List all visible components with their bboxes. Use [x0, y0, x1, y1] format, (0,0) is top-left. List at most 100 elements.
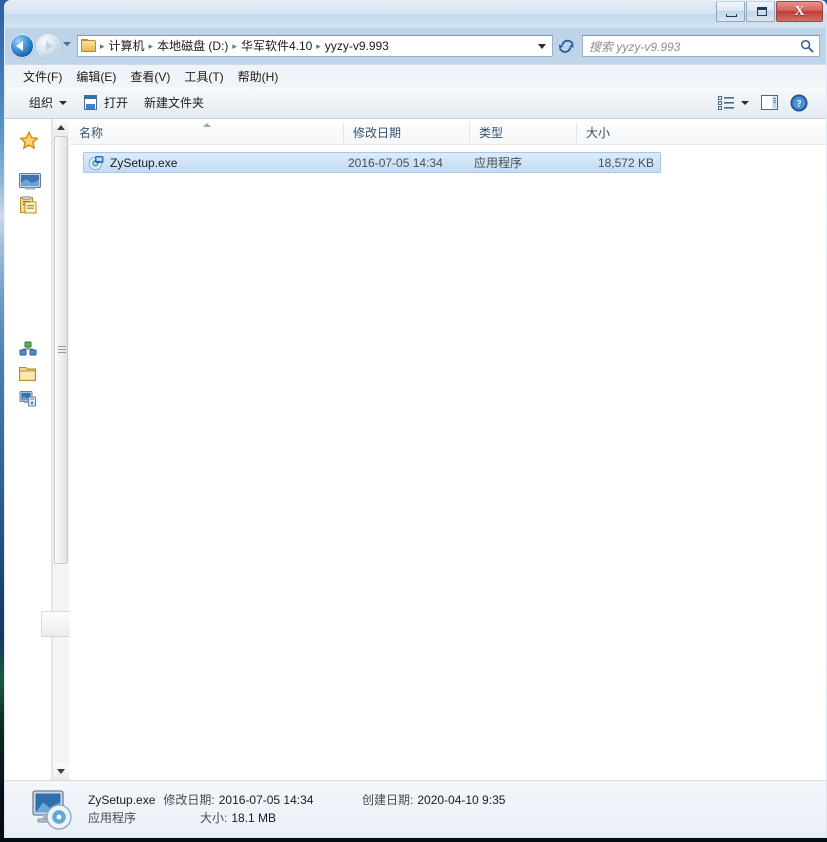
- navigation-pane-resizer[interactable]: [41, 611, 71, 637]
- details-created-label: 创建日期:: [362, 791, 413, 808]
- minimize-button[interactable]: [716, 1, 745, 22]
- back-button[interactable]: [11, 35, 33, 57]
- recent-places-icon: [19, 196, 37, 214]
- new-folder-label: 新建文件夹: [144, 94, 204, 111]
- details-modified-value: 2016-07-05 14:34: [219, 793, 314, 807]
- desktop-icon: [19, 173, 41, 190]
- views-list-icon: [718, 96, 735, 110]
- details-created-value: 2020-04-10 9:35: [417, 793, 505, 807]
- column-header-row: 名称 修改日期 类型 大小: [70, 123, 826, 145]
- forward-arrow-icon: [46, 41, 53, 51]
- setup-exe-icon: [88, 155, 104, 171]
- navigation-pane[interactable]: [5, 119, 52, 780]
- search-input[interactable]: 搜索 yyzy-v9.993: [583, 38, 680, 55]
- maximize-button[interactable]: [746, 1, 775, 22]
- details-created-group: 创建日期: 2020-04-10 9:35: [362, 791, 505, 808]
- network-icon: [19, 341, 38, 359]
- refresh-button[interactable]: [556, 35, 577, 57]
- scrollbar-down-button[interactable]: [53, 763, 69, 780]
- sidebar-item-folder[interactable]: [19, 366, 39, 384]
- help-icon: ?: [790, 94, 808, 112]
- svg-text:?: ?: [797, 99, 802, 110]
- computer-icon: [19, 390, 38, 407]
- menu-help[interactable]: 帮助(H): [231, 65, 286, 88]
- details-line-primary: ZySetup.exe 修改日期: 2016-07-05 14:34: [88, 791, 313, 808]
- details-line-secondary: 应用程序: [88, 809, 136, 826]
- command-toolbar: 组织 打开 新建文件夹: [5, 87, 826, 119]
- column-header-size-label: 大小: [586, 126, 610, 140]
- organize-button[interactable]: 组织: [21, 90, 75, 115]
- chevron-down-icon: [57, 769, 65, 774]
- navigation-pane-scrollbar[interactable]: [52, 119, 69, 780]
- chevron-up-icon: [57, 125, 65, 130]
- menu-view[interactable]: 查看(V): [123, 65, 177, 88]
- menu-edit[interactable]: 编辑(E): [69, 65, 123, 88]
- file-date-cell: 2016-07-05 14:34: [348, 156, 443, 170]
- organize-label: 组织: [29, 94, 53, 111]
- search-icon: [800, 39, 814, 53]
- back-arrow-icon: [16, 41, 23, 51]
- column-header-size[interactable]: 大小: [577, 123, 667, 144]
- title-bar[interactable]: X: [4, 0, 827, 28]
- chevron-down-icon[interactable]: [741, 101, 749, 105]
- preview-pane-icon: [761, 95, 778, 110]
- change-view-button[interactable]: [712, 92, 755, 114]
- folder-icon: [81, 39, 97, 53]
- forward-button[interactable]: [37, 35, 59, 57]
- breadcrumb-item-local-disk-d[interactable]: 本地磁盘 (D:): [154, 37, 231, 55]
- search-box[interactable]: 搜索 yyzy-v9.993: [582, 35, 820, 57]
- sidebar-item-favorites[interactable]: [19, 131, 39, 149]
- file-name-cell: ZySetup.exe: [110, 156, 177, 170]
- menu-tools[interactable]: 工具(T): [177, 65, 230, 88]
- sidebar-item-recent-places[interactable]: [19, 196, 39, 214]
- file-type-cell: 应用程序: [474, 154, 522, 171]
- open-file-icon: [83, 95, 99, 111]
- open-button[interactable]: 打开: [75, 90, 136, 115]
- sort-ascending-icon: [203, 123, 211, 127]
- column-header-name[interactable]: 名称: [70, 123, 344, 144]
- breadcrumb-item-huajun[interactable]: 华军软件4.10: [238, 37, 315, 55]
- breadcrumb-item-yyzy[interactable]: yyzy-v9.993: [322, 37, 392, 55]
- show-preview-pane-button[interactable]: [755, 91, 784, 114]
- close-button[interactable]: X: [776, 1, 823, 22]
- minimize-icon: [726, 14, 737, 17]
- recent-pages-dropdown-icon[interactable]: [63, 42, 71, 46]
- details-modified-label: 修改日期:: [163, 791, 214, 808]
- setup-exe-large-icon: [31, 789, 75, 831]
- column-header-type[interactable]: 类型: [470, 123, 577, 144]
- table-row[interactable]: ZySetup.exe 2016-07-05 14:34 应用程序 18,572…: [83, 152, 661, 173]
- scrollbar-up-button[interactable]: [53, 119, 69, 136]
- maximize-icon: [757, 7, 767, 16]
- chevron-down-icon[interactable]: [538, 44, 546, 49]
- details-size-group: 大小: 18.1 MB: [200, 809, 276, 826]
- column-header-name-label: 名称: [79, 126, 103, 140]
- explorer-client-area: 名称 修改日期 类型 大小: [5, 119, 826, 780]
- address-bar[interactable]: ▸ 计算机 ▸ 本地磁盘 (D:) ▸ 华军软件4.10 ▸ yyzy-v9.9…: [77, 35, 553, 57]
- column-header-date-label: 修改日期: [353, 126, 401, 140]
- favorites-star-icon: [19, 131, 39, 150]
- details-size-value: 18.1 MB: [231, 811, 276, 825]
- column-header-date-modified[interactable]: 修改日期: [344, 123, 470, 144]
- details-pane: ZySetup.exe 修改日期: 2016-07-05 14:34 创建日期:…: [5, 780, 826, 837]
- toolbar-right-group: ?: [712, 90, 826, 116]
- help-button[interactable]: ?: [784, 90, 814, 116]
- address-bar-row: ▸ 计算机 ▸ 本地磁盘 (D:) ▸ 华军软件4.10 ▸ yyzy-v9.9…: [4, 28, 827, 64]
- menu-file[interactable]: 文件(F): [16, 65, 69, 88]
- column-header-type-label: 类型: [479, 126, 503, 140]
- close-icon: X: [777, 2, 822, 21]
- chevron-down-icon: [59, 101, 67, 105]
- details-size-label: 大小:: [200, 809, 227, 826]
- breadcrumb-item-computer[interactable]: 计算机: [106, 37, 148, 55]
- menu-bar: 文件(F) 编辑(E) 查看(V) 工具(T) 帮助(H): [5, 64, 826, 87]
- sidebar-item-computer[interactable]: [19, 390, 39, 408]
- refresh-icon: [558, 39, 575, 54]
- file-list-area[interactable]: 名称 修改日期 类型 大小: [70, 119, 826, 780]
- sidebar-item-network[interactable]: [19, 341, 39, 359]
- new-folder-button[interactable]: 新建文件夹: [136, 90, 212, 115]
- scrollbar-thumb[interactable]: [54, 136, 68, 564]
- scrollbar-grip-icon: [58, 346, 66, 354]
- folder-icon: [19, 366, 37, 382]
- sidebar-item-desktop[interactable]: [19, 173, 39, 189]
- details-type-value: 应用程序: [88, 809, 136, 826]
- open-label: 打开: [104, 94, 128, 111]
